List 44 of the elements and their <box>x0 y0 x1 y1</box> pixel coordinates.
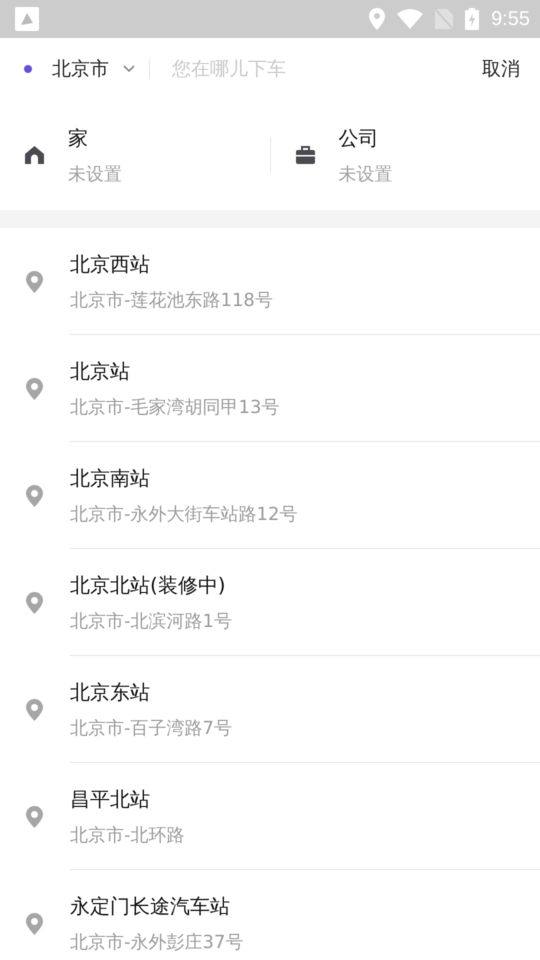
location-dot <box>24 65 32 73</box>
location-pin-icon <box>26 912 43 934</box>
cancel-button[interactable]: 取消 <box>482 56 520 82</box>
place-address: 北京市-永外大街车站路12号 <box>70 502 298 526</box>
place-address: 北京市-北环路 <box>70 824 186 846</box>
place-item[interactable]: 北京南站 北京市-永外大街车站路12号 <box>70 442 540 549</box>
shortcut-label: 公司 <box>338 124 380 152</box>
place-item[interactable]: 北京东站 北京市-百子湾路7号 <box>70 656 540 763</box>
shortcut-value: 未设置 <box>338 162 392 186</box>
briefcase-icon <box>296 146 314 164</box>
shortcut-value: 未设置 <box>68 162 122 186</box>
place-address: 北京市-北滨河路1号 <box>70 610 233 632</box>
place-item[interactable]: 北京站 北京市-毛家湾胡同甲13号 <box>70 335 540 442</box>
home-icon <box>25 146 44 164</box>
location-pin-icon <box>26 806 43 828</box>
place-name: 永定门长途汽车站 <box>70 893 231 920</box>
location-pin-icon <box>26 378 43 400</box>
location-pin-icon <box>26 484 43 506</box>
place-name: 北京南站 <box>70 464 151 492</box>
place-address: 北京市-莲花池东路118号 <box>70 288 274 312</box>
shortcut-label: 家 <box>68 124 89 152</box>
place-item[interactable]: 昌平北站 北京市-北环路 <box>70 763 540 870</box>
location-pin-icon <box>26 592 43 614</box>
place-address: 北京市-永外彭庄37号 <box>70 931 244 954</box>
place-name: 北京东站 <box>70 678 151 706</box>
shortcut-item[interactable]: 家 未设置 <box>0 100 270 210</box>
place-address: 北京市-毛家湾胡同甲13号 <box>70 396 280 418</box>
place-item[interactable]: 北京西站 北京市-莲花池东路118号 <box>70 228 540 335</box>
wifi-icon <box>397 9 424 29</box>
location-icon <box>369 8 386 30</box>
place-name: 北京西站 <box>70 250 151 278</box>
place-item[interactable]: 永定门长途汽车站 北京市-永外彭庄37号 <box>70 870 540 960</box>
city-selector[interactable]: 北京市 <box>52 56 135 82</box>
place-name: 北京站 <box>70 358 131 384</box>
location-pin-icon <box>26 270 43 292</box>
battery-icon <box>465 8 480 30</box>
place-name: 北京北站(装修中) <box>70 572 227 598</box>
location-pin-icon <box>26 698 43 720</box>
shortcut-item[interactable]: 公司 未设置 <box>270 100 540 210</box>
place-item[interactable]: 北京北站(装修中) 北京市-北滨河路1号 <box>70 549 540 656</box>
app-icon <box>15 7 39 31</box>
place-address: 北京市-百子湾路7号 <box>70 716 233 740</box>
place-name: 昌平北站 <box>70 786 151 812</box>
chevron-down-icon <box>123 65 135 73</box>
